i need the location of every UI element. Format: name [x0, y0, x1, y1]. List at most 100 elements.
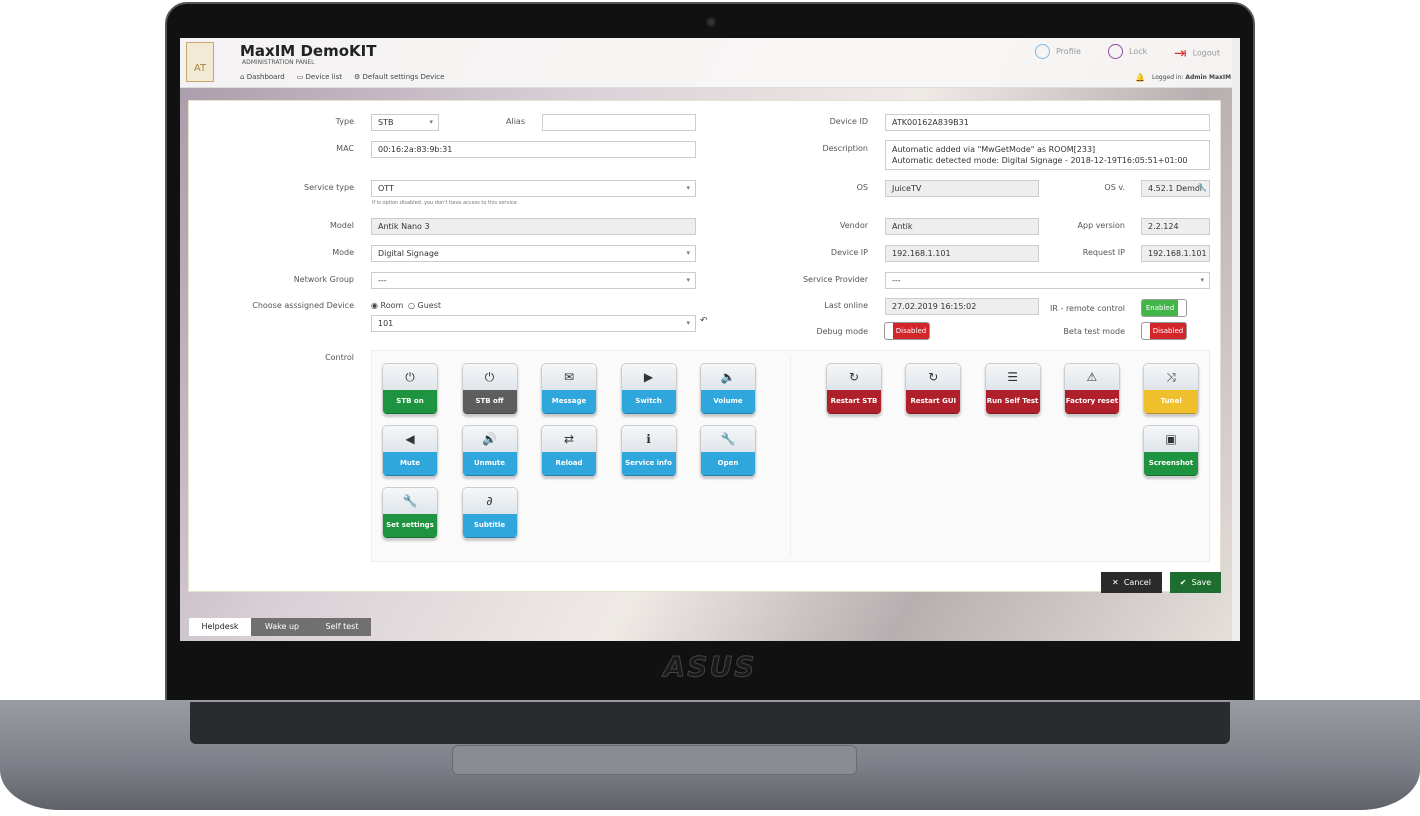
network_group-field[interactable]: --- — [371, 272, 696, 289]
mac-field[interactable]: 00:16:2a:83:9b:31 — [371, 141, 696, 158]
mute-button[interactable]: ◀ Mute — [382, 425, 438, 477]
cancel-label: Cancel — [1123, 578, 1151, 587]
wrench-icon: 🔧 — [701, 426, 755, 452]
device_ip-field: 192.168.1.101 — [885, 245, 1039, 262]
tab-helpdesk[interactable]: Helpdesk — [189, 618, 251, 636]
service_type-field[interactable]: OTT — [371, 180, 696, 197]
nav-label: Default settings Device — [362, 73, 445, 81]
nav-default-settings-device[interactable]: ⚙ Default settings Device — [354, 73, 444, 81]
reload-label: Reload — [542, 452, 596, 476]
debug-toggle[interactable]: Disabled — [884, 322, 930, 340]
beta-toggle[interactable]: Disabled — [1141, 322, 1187, 340]
touchpad — [452, 745, 857, 775]
cancel-button[interactable]: ✕ Cancel — [1101, 572, 1162, 593]
tunel-label: Tunel — [1144, 390, 1199, 414]
reload-button[interactable]: ⇄ Reload — [541, 425, 597, 477]
refresh-icon: ↻ — [906, 364, 961, 390]
list-icon: ☰ — [985, 364, 1040, 390]
screenshot-label: Screenshot — [1144, 452, 1198, 476]
assigned-field[interactable]: 101 — [371, 315, 696, 332]
stb-on-button[interactable]: ⏻ STB on — [382, 363, 438, 415]
nav-dashboard[interactable]: ⌂ Dashboard — [240, 73, 285, 81]
wrench-icon[interactable]: 🔧 — [1197, 183, 1207, 192]
image-icon: ▣ — [1144, 426, 1198, 452]
logged-prefix: Logged in: — [1152, 74, 1184, 81]
mode-field[interactable]: Digital Signage — [371, 245, 696, 262]
service-info-button[interactable]: ℹ Service info — [620, 425, 677, 477]
logged-user: Admin MaxIM — [1185, 74, 1232, 81]
message-label: Message — [542, 390, 596, 414]
restart-gui-label: Restart GUI — [906, 390, 961, 414]
restart-stb-button[interactable]: ↻ Restart STB — [826, 363, 882, 415]
ir-toggle[interactable]: Enabled — [1141, 299, 1187, 317]
message-button[interactable]: ✉ Message — [541, 363, 597, 415]
last_online-field: 27.02.2019 16:15:02 — [885, 298, 1039, 315]
logout-link[interactable]: ⇥ Logout — [1174, 44, 1220, 62]
description-label: Description — [822, 144, 868, 153]
scrollbar[interactable] — [1232, 38, 1240, 641]
control-label: Control — [325, 353, 354, 362]
request_ip-label: Request IP — [1082, 248, 1125, 257]
header: AT MaxIM DemoKIT ADMINISTRATION PANEL ⌂ … — [180, 38, 1232, 88]
description-field[interactable]: Automatic added via "MwGetMode" as ROOM[… — [885, 140, 1210, 170]
save-button[interactable]: ✔ Save — [1170, 572, 1221, 593]
unmute-label: Unmute — [462, 452, 517, 476]
open-settings-label: Open settings — [701, 452, 755, 476]
webcam — [706, 17, 716, 27]
profile-label: Profile — [1056, 47, 1081, 56]
restart-gui-button[interactable]: ↻ Restart GUI — [905, 363, 962, 415]
service_provider-field[interactable]: --- — [885, 272, 1210, 289]
open-settings-button[interactable]: 🔧Open settings — [700, 425, 756, 477]
volume-icon: 🔈 — [701, 364, 755, 390]
unmute-button[interactable]: 🔊 Unmute — [461, 425, 518, 477]
ir-label: IR - remote control — [1050, 304, 1125, 313]
volume-up-icon: 🔊 — [462, 426, 517, 452]
mode-label: Mode — [332, 248, 354, 257]
nav: ⌂ Dashboard ▭ Device list ⚙ Default settin… — [240, 73, 444, 81]
radio-room[interactable]: ◉ Room — [371, 301, 403, 310]
volume-off-icon: ◀ — [383, 426, 437, 452]
tunel-button[interactable]: ⤨ Tunel — [1143, 363, 1200, 415]
reply-icon[interactable]: ↶ — [700, 316, 708, 326]
run-self-test-button[interactable]: ☰ Run Self Test — [984, 363, 1041, 415]
app_version-label: App version — [1077, 221, 1125, 230]
vendor-field: Antik — [885, 218, 1039, 235]
radio-room-label: Room — [380, 301, 404, 310]
alias-field[interactable] — [542, 114, 696, 131]
volume-label: Volume — [701, 390, 755, 414]
description-line: Automatic added via "MwGetMode" as ROOM[… — [892, 145, 1096, 154]
save-label: Save — [1191, 578, 1212, 587]
restart-stb-label: Restart STB — [827, 390, 881, 414]
app_version-field: 2.2.124 — [1141, 218, 1210, 235]
device_ip-label: Device IP — [830, 248, 868, 257]
nav-device-list[interactable]: ▭ Device list — [297, 73, 342, 81]
beta-label: Beta test mode — [1063, 327, 1125, 336]
set-settings-button[interactable]: 🔧 Set settings — [382, 487, 438, 539]
nav-label: Device list — [305, 73, 342, 81]
lock-label: Lock — [1129, 47, 1148, 56]
bell-icon[interactable]: 🔔 — [1135, 73, 1145, 82]
subtitle-button[interactable]: ∂ Subtitle — [461, 487, 518, 539]
tab-self-test[interactable]: Self test — [313, 618, 371, 636]
profile-link[interactable]: Profile — [1035, 44, 1081, 59]
switch-button[interactable]: ▶ Switch — [620, 363, 677, 415]
stb-off-button[interactable]: ⏻ STB off — [461, 363, 518, 415]
close-icon: ✕ — [1112, 578, 1119, 587]
service-hint: If is option disabled, you don't have ac… — [372, 200, 517, 206]
warning-icon: ⚠ — [1064, 364, 1119, 390]
device_id-field[interactable]: ATK00162A839B31 — [885, 114, 1210, 131]
power-icon: ⏻ — [462, 364, 517, 390]
factory-reset-button[interactable]: ⚠ Factory reset — [1063, 363, 1120, 415]
lock-link[interactable]: Lock — [1108, 44, 1147, 59]
radio-guest[interactable]: ○ Guest — [408, 301, 441, 310]
subtitle-label: Subtitle — [462, 514, 517, 538]
retweet-icon: ⇄ — [542, 426, 596, 452]
type-label: Type — [335, 117, 354, 126]
volume-button[interactable]: 🔈 Volume — [700, 363, 756, 415]
tab-wake-up[interactable]: Wake up — [251, 618, 313, 636]
debug-label: Debug mode — [816, 327, 868, 336]
request_ip-field: 192.168.1.101 — [1141, 245, 1210, 262]
screenshot-button[interactable]: ▣ Screenshot — [1143, 425, 1199, 477]
beta-state: Disabled — [1152, 327, 1184, 335]
type-field[interactable]: STB — [371, 114, 439, 131]
